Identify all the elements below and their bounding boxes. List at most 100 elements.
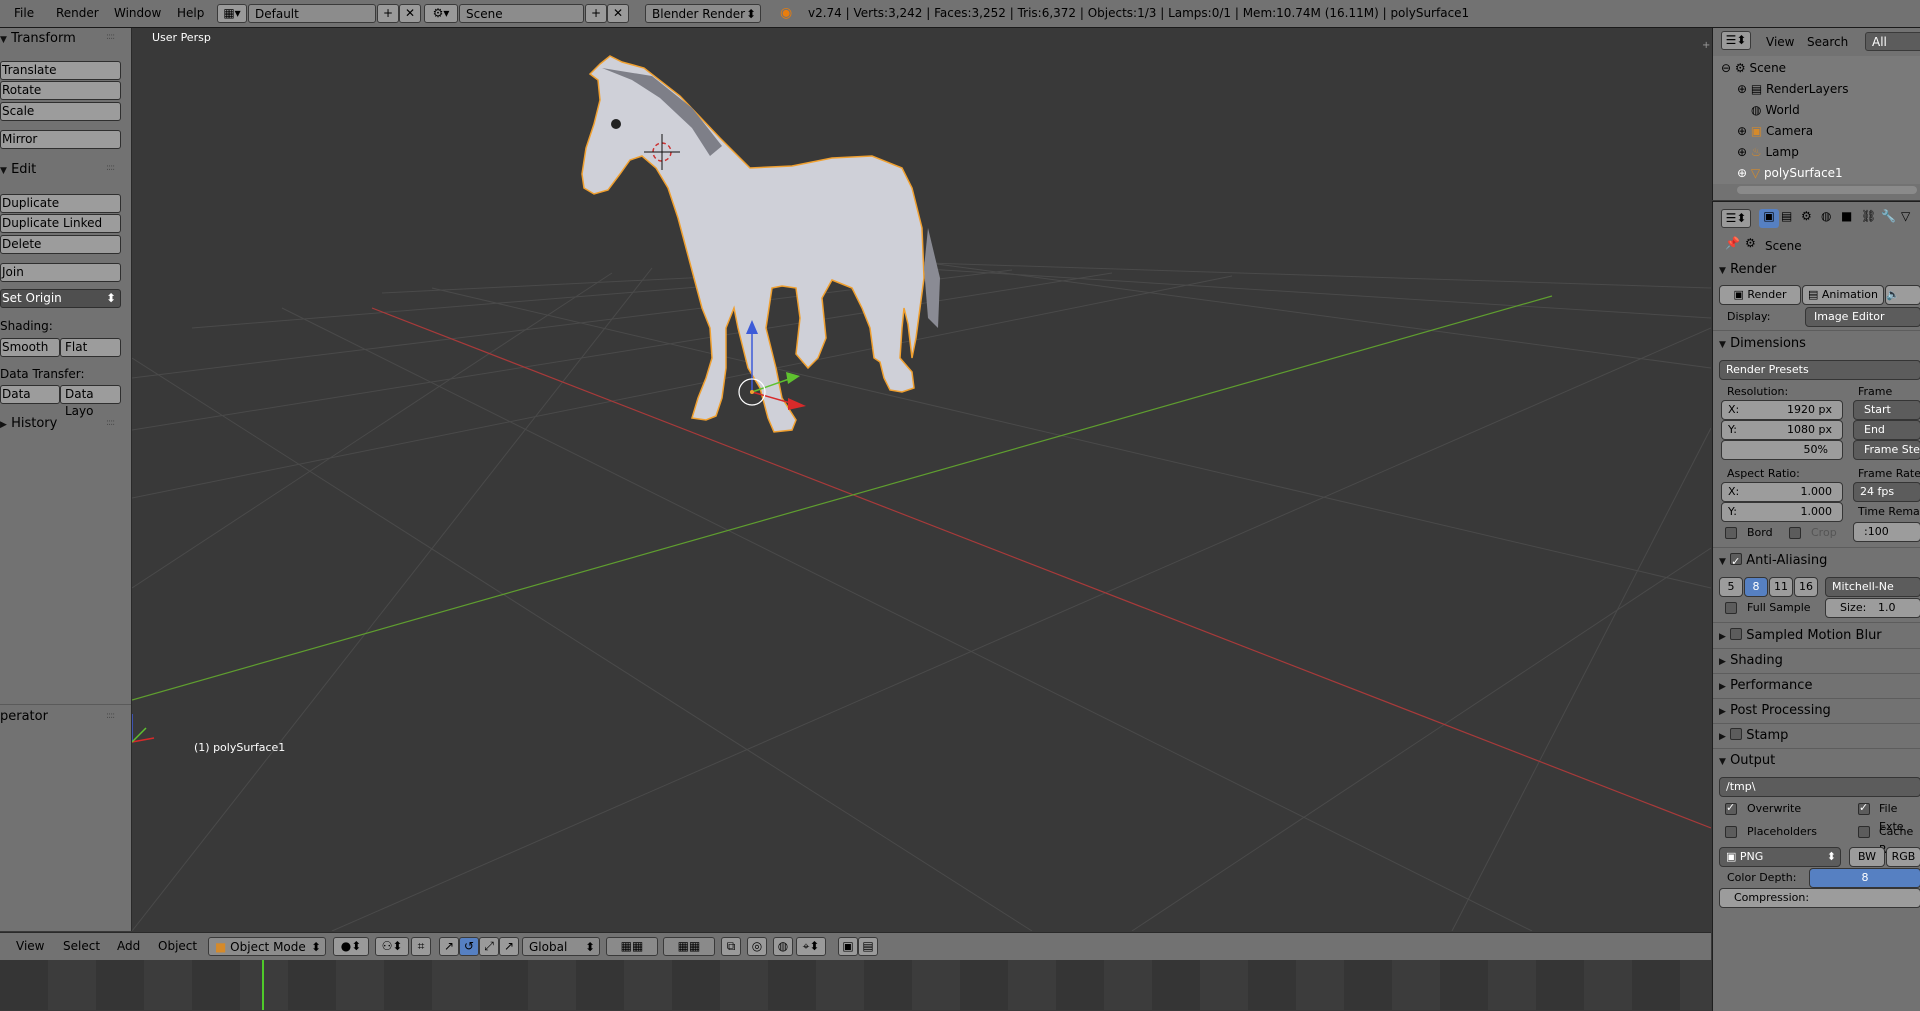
outliner-search-menu[interactable]: Search (1807, 32, 1848, 52)
render-tab-icon[interactable]: ▣ (1759, 209, 1779, 228)
resolution-y-field[interactable]: Y: 1080 px (1721, 420, 1843, 440)
stamp-panel-header[interactable]: ▶ Stamp (1719, 725, 1788, 747)
operator-panel-header[interactable]: perator (0, 707, 48, 727)
smooth-button[interactable]: Smooth (0, 338, 60, 357)
opengl-render-icon[interactable]: ▣ (838, 937, 858, 956)
scale-manipulator-icon[interactable]: ⤢ (479, 937, 499, 956)
edit-panel-header[interactable]: ▼ Edit (0, 160, 36, 180)
delete-button[interactable]: Delete (0, 235, 121, 254)
pivot-point-select[interactable]: ⚇⬍ (375, 937, 409, 956)
animation-button[interactable]: ▤ Animation (1802, 285, 1884, 305)
render-layers-tab-icon[interactable]: ▤ (1781, 209, 1792, 223)
aa-filter-select[interactable]: Mitchell-Ne (1825, 577, 1920, 597)
data-transfer-button[interactable]: Data (0, 385, 60, 404)
frame-step-field[interactable]: Frame Ste (1853, 440, 1920, 460)
layers-grid-2[interactable]: ▦▦ (663, 937, 715, 956)
output-panel-header[interactable]: ▼ Output (1719, 750, 1775, 772)
placeholders-checkbox[interactable] (1725, 826, 1737, 838)
join-button[interactable]: Join (0, 263, 121, 282)
time-remap-old-field[interactable]: :100 (1853, 522, 1920, 542)
screen-layout-icon[interactable]: ▦▾ (217, 4, 247, 23)
menu-view[interactable]: View (16, 933, 44, 960)
render-engine-select[interactable]: Blender Render ⬍ (645, 4, 761, 23)
full-sample-checkbox[interactable] (1725, 602, 1737, 614)
drag-grip-icon[interactable]: :::: (106, 163, 115, 173)
horse-model[interactable] (581, 55, 940, 433)
translate-button[interactable]: Translate (0, 61, 121, 80)
performance-panel-header[interactable]: ▶ Performance (1719, 675, 1812, 697)
frame-rate-select[interactable]: 24 fps (1853, 482, 1920, 502)
outliner-item-scene[interactable]: ⊖ ⚙ Scene (1721, 58, 1786, 78)
proportional-edit-icon[interactable]: ◎ (747, 937, 767, 956)
dimensions-panel-header[interactable]: ▼ Dimensions (1719, 333, 1806, 355)
color-rgb-button[interactable]: RGB (1886, 847, 1920, 867)
viewport-shading-select[interactable]: ●⬍ (333, 937, 369, 956)
aa-samples-8[interactable]: 8 (1744, 577, 1768, 597)
anti-aliasing-checkbox[interactable] (1730, 551, 1743, 573)
compression-slider[interactable]: Compression: (1719, 888, 1920, 908)
transform-orientation-select[interactable]: Global ⬍ (522, 937, 600, 956)
object-tab-icon[interactable]: ■ (1841, 209, 1852, 223)
scene-tab-icon[interactable]: ⚙ (1801, 209, 1812, 223)
start-frame-field[interactable]: Start Fram (1853, 400, 1920, 434)
stamp-checkbox[interactable] (1730, 728, 1743, 740)
rotate-button[interactable]: Rotate (0, 81, 121, 100)
end-frame-field[interactable]: End Frame (1853, 420, 1920, 454)
current-frame-marker[interactable] (262, 960, 264, 1010)
menu-help[interactable]: Help (173, 0, 208, 27)
border-checkbox[interactable] (1725, 527, 1737, 539)
data-tab-icon[interactable]: ▽ (1901, 209, 1910, 223)
add-scene-icon[interactable]: + (585, 4, 607, 23)
motion-blur-checkbox[interactable] (1730, 628, 1743, 640)
post-processing-panel-header[interactable]: ▶ Post Processing (1719, 700, 1831, 722)
file-format-select[interactable]: ▣ PNG ⬍ (1719, 847, 1841, 867)
remove-scene-icon[interactable]: ✕ (607, 4, 629, 23)
outliner-view-menu[interactable]: View (1766, 32, 1794, 52)
add-layout-icon[interactable]: + (377, 4, 399, 23)
render-presets-select[interactable]: Render Presets (1719, 360, 1920, 380)
snap-toggle-icon[interactable]: ◍ (773, 937, 793, 956)
scene-field[interactable]: Scene (459, 4, 584, 23)
color-bw-button[interactable]: BW (1849, 847, 1885, 867)
aa-samples-16[interactable]: 16 (1794, 577, 1818, 597)
resolution-x-field[interactable]: X: 1920 px (1721, 400, 1843, 420)
color-depth-select[interactable]: 8 (1809, 868, 1920, 888)
drag-grip-icon[interactable]: :::: (106, 711, 115, 721)
lock-camera-icon[interactable]: ⧉ (721, 937, 741, 956)
render-panel-header[interactable]: ▼ Render (1719, 259, 1776, 281)
world-tab-icon[interactable]: ◍ (1821, 209, 1831, 223)
crop-checkbox[interactable] (1789, 527, 1801, 539)
render-button[interactable]: ▣ Render (1719, 285, 1801, 305)
output-path-field[interactable]: /tmp\ (1719, 777, 1920, 797)
constraints-tab-icon[interactable]: ⛓ (1861, 209, 1876, 223)
menu-file[interactable]: File (10, 0, 38, 27)
outliner-item-camera[interactable]: ⊕ ▣ Camera (1737, 121, 1813, 141)
anti-aliasing-panel-header[interactable]: ▼ Anti-Aliasing (1719, 550, 1827, 573)
transform-panel-header[interactable]: ▼ Transform (0, 29, 76, 49)
rotate-manipulator-icon[interactable]: ↺ (459, 937, 479, 956)
data-layout-button[interactable]: Data Layo (60, 385, 121, 418)
aa-samples-11[interactable]: 11 (1769, 577, 1793, 597)
menu-select[interactable]: Select (63, 933, 100, 960)
motion-blur-panel-header[interactable]: ▶ Sampled Motion Blur (1719, 625, 1882, 647)
menu-object[interactable]: Object (158, 933, 197, 960)
outliner-item-world[interactable]: ◍ World (1751, 100, 1800, 120)
resolution-percentage-slider[interactable]: 50% (1721, 440, 1843, 460)
properties-toggle-icon[interactable]: + (1702, 40, 1710, 51)
aa-samples-5[interactable]: 5 (1719, 577, 1743, 597)
outliner-item-renderlayers[interactable]: ⊕ ▤ RenderLayers (1737, 79, 1848, 99)
shading-panel-header[interactable]: ▶ Shading (1719, 650, 1783, 672)
aspect-x-field[interactable]: X: 1.000 (1721, 482, 1843, 502)
translate-manipulator-icon[interactable]: ↗ (439, 937, 459, 956)
overwrite-checkbox[interactable] (1725, 801, 1737, 815)
snap-element-select[interactable]: ⌖⬍ (796, 937, 826, 956)
audio-button[interactable]: 🔈 (1885, 285, 1920, 305)
drag-grip-icon[interactable]: :::: (106, 32, 115, 42)
cache-result-checkbox[interactable] (1858, 826, 1870, 838)
mirror-button[interactable]: Mirror (0, 130, 121, 149)
display-mode-select[interactable]: All Scene (1865, 32, 1920, 68)
screen-layout-field[interactable]: Default (248, 4, 376, 23)
set-origin-dropdown[interactable]: Set Origin ⬍ (0, 289, 121, 308)
drag-grip-icon[interactable]: :::: (106, 418, 115, 428)
duplicate-button[interactable]: Duplicate (0, 194, 121, 213)
